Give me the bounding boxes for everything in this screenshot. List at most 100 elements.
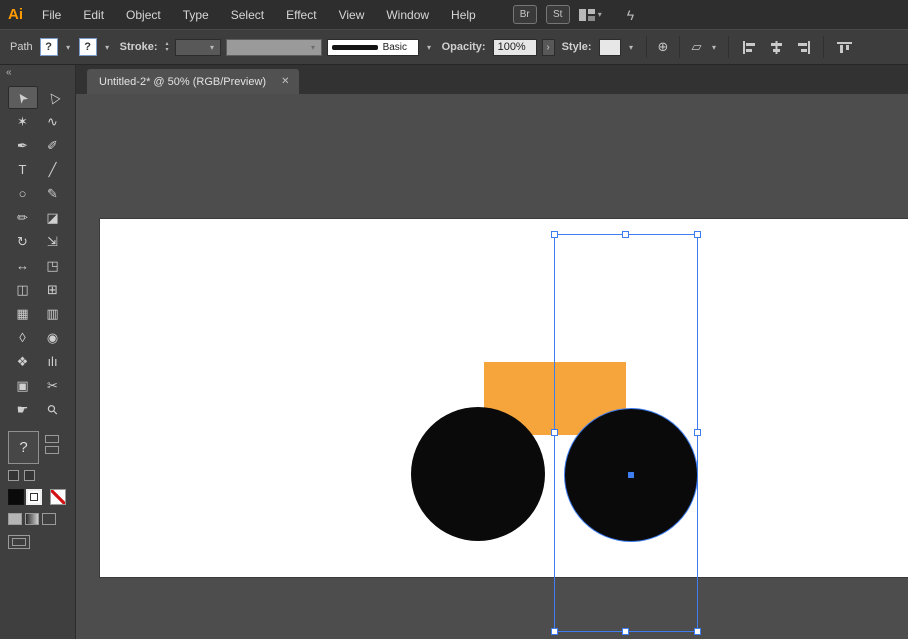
stepper-down-icon[interactable]: ▾ bbox=[166, 47, 169, 53]
collapse-panel-button[interactable]: « bbox=[0, 65, 75, 82]
magic-wand-tool[interactable]: ✶ bbox=[8, 110, 38, 133]
swap-fill-stroke-icon[interactable] bbox=[24, 470, 35, 481]
selection-handle-top-left[interactable] bbox=[551, 231, 558, 238]
canvas[interactable] bbox=[76, 94, 908, 639]
none-swatch[interactable] bbox=[50, 489, 66, 505]
stroke-swatch[interactable] bbox=[26, 489, 42, 505]
black-circle-left[interactable] bbox=[411, 407, 545, 541]
stroke-dropdown-chevron-icon[interactable]: ▾ bbox=[102, 43, 113, 52]
blend-tool[interactable]: ◉ bbox=[38, 326, 68, 349]
fill-dropdown-chevron-icon[interactable]: ▾ bbox=[63, 43, 74, 52]
menu-effect[interactable]: Effect bbox=[275, 8, 327, 22]
gradient-tool[interactable]: ▥ bbox=[38, 302, 68, 325]
artboard-tool[interactable]: ▣ bbox=[8, 374, 38, 397]
perspective-grid-tool[interactable]: ⊞ bbox=[38, 278, 68, 301]
collapsed-panel-icons[interactable] bbox=[45, 431, 59, 454]
rotate-tool[interactable]: ↻ bbox=[8, 230, 38, 253]
shape-builder-tool[interactable]: ◫ bbox=[8, 278, 38, 301]
brush-chevron-icon[interactable]: ▾ bbox=[424, 43, 435, 52]
selection-tool[interactable]: ➤ bbox=[8, 86, 38, 109]
close-tab-icon[interactable]: ✕ bbox=[281, 76, 289, 87]
width-profile-dropdown[interactable]: ▾ bbox=[226, 39, 322, 56]
scale-tool[interactable]: ⇲ bbox=[38, 230, 68, 253]
direct-selection-tool[interactable]: ▷ bbox=[38, 86, 68, 109]
eraser-tool[interactable]: ◪ bbox=[38, 206, 68, 229]
gradient-button[interactable] bbox=[25, 513, 39, 525]
paintbrush-tool[interactable]: ✎ bbox=[38, 182, 68, 205]
ellipse-tool[interactable]: ○ bbox=[8, 182, 38, 205]
symbol-sprayer-tool[interactable]: ❖ bbox=[8, 350, 38, 373]
workspace-switcher[interactable]: ▾ bbox=[579, 9, 602, 21]
line-segment-tool[interactable]: ╱ bbox=[38, 158, 68, 181]
stroke-weight-stepper[interactable]: ▴ ▾ bbox=[166, 41, 169, 53]
stroke-weight-label: Stroke: bbox=[120, 41, 158, 53]
document-tab[interactable]: Untitled-2* @ 50% (RGB/Preview) ✕ bbox=[87, 69, 299, 94]
menubar-right-cluster: Br St ▾ ϟ bbox=[513, 5, 634, 24]
width-tool[interactable]: ↔ bbox=[8, 254, 38, 277]
slice-tool[interactable]: ✂ bbox=[38, 374, 68, 397]
menu-object[interactable]: Object bbox=[115, 8, 172, 22]
color-button[interactable] bbox=[8, 513, 22, 525]
opacity-options-button[interactable]: › bbox=[542, 39, 555, 56]
selection-center-point[interactable] bbox=[628, 472, 634, 478]
transform-chevron-icon[interactable]: ▾ bbox=[708, 43, 719, 52]
style-chevron-icon[interactable]: ▾ bbox=[626, 43, 637, 52]
transform-menu-icon[interactable]: ▱ bbox=[691, 39, 701, 55]
lasso-tool[interactable]: ∿ bbox=[38, 110, 68, 133]
selection-handle-middle-right[interactable] bbox=[694, 429, 701, 436]
drawing-mode-button[interactable] bbox=[42, 513, 56, 525]
menu-edit[interactable]: Edit bbox=[72, 8, 115, 22]
free-transform-tool[interactable]: ◳ bbox=[38, 254, 68, 277]
align-horizontal-left-button[interactable] bbox=[738, 37, 760, 57]
menu-view[interactable]: View bbox=[328, 8, 376, 22]
opacity-input[interactable]: 100% bbox=[493, 39, 537, 56]
control-bar: Path ? ▾ ? ▾ Stroke: ▴ ▾ ▾ ▾ Basic ▾ Opa… bbox=[0, 29, 908, 65]
tools-panel-bottom: ? bbox=[8, 431, 75, 549]
selection-bounding-box[interactable] bbox=[554, 234, 698, 632]
mesh-tool[interactable]: ▦ bbox=[8, 302, 38, 325]
align-vertical-top-button[interactable] bbox=[833, 37, 855, 57]
opacity-label: Opacity: bbox=[442, 41, 486, 53]
column-graph-tool[interactable]: ılı bbox=[38, 350, 68, 373]
type-tool[interactable]: T bbox=[8, 158, 38, 181]
stock-button[interactable]: St bbox=[546, 5, 570, 24]
style-dropdown[interactable] bbox=[599, 39, 621, 56]
hand-tool[interactable]: ☛ bbox=[8, 398, 38, 421]
fill-swatch[interactable] bbox=[8, 489, 24, 505]
selection-handle-top-center[interactable] bbox=[622, 231, 629, 238]
align-left-icon bbox=[742, 41, 757, 54]
stroke-weight-chevron-icon[interactable]: ▾ bbox=[207, 43, 218, 52]
stroke-color-well[interactable]: ? bbox=[79, 38, 97, 56]
align-horizontal-center-button[interactable] bbox=[765, 37, 787, 57]
curvature-tool[interactable]: ✐ bbox=[38, 134, 68, 157]
menubar-menus: FileEditObjectTypeSelectEffectViewWindow… bbox=[31, 8, 487, 22]
menu-file[interactable]: File bbox=[31, 8, 72, 22]
menu-type[interactable]: Type bbox=[172, 8, 220, 22]
bridge-button[interactable]: Br bbox=[513, 5, 537, 24]
illustrator-window: Ai FileEditObjectTypeSelectEffectViewWin… bbox=[0, 0, 908, 639]
zoom-tool[interactable]: ⚲ bbox=[38, 398, 68, 421]
selection-handle-bottom-left[interactable] bbox=[551, 628, 558, 635]
selection-handle-bottom-right[interactable] bbox=[694, 628, 701, 635]
align-horizontal-right-button[interactable] bbox=[792, 37, 814, 57]
help-placeholder-box[interactable]: ? bbox=[8, 431, 39, 464]
fill-color-well[interactable]: ? bbox=[40, 38, 58, 56]
selection-handle-top-right[interactable] bbox=[694, 231, 701, 238]
menu-help[interactable]: Help bbox=[440, 8, 487, 22]
style-label: Style: bbox=[562, 41, 592, 53]
selection-handle-bottom-center[interactable] bbox=[622, 628, 629, 635]
default-fill-stroke-icon[interactable] bbox=[8, 470, 19, 481]
stroke-weight-combobox[interactable]: ▾ bbox=[175, 39, 221, 56]
pen-tool[interactable]: ✒ bbox=[8, 134, 38, 157]
brush-definition-dropdown[interactable]: Basic bbox=[327, 39, 419, 56]
menu-window[interactable]: Window bbox=[375, 8, 440, 22]
selection-handle-middle-left[interactable] bbox=[551, 429, 558, 436]
recolor-artwork-icon[interactable]: ⊕ bbox=[658, 39, 669, 55]
eyedropper-tool[interactable]: ◊ bbox=[8, 326, 38, 349]
pencil-tool[interactable]: ✏ bbox=[8, 206, 38, 229]
cc-sync-icon[interactable]: ϟ bbox=[627, 7, 634, 23]
main-area: « ➤▷✶∿✒✐T╱○✎✏◪↻⇲↔◳◫⊞▦▥◊◉❖ılı▣✂☛⚲ ? bbox=[0, 65, 908, 639]
change-screen-mode-button[interactable] bbox=[8, 535, 30, 549]
align-right-icon bbox=[796, 41, 811, 54]
menu-select[interactable]: Select bbox=[220, 8, 275, 22]
